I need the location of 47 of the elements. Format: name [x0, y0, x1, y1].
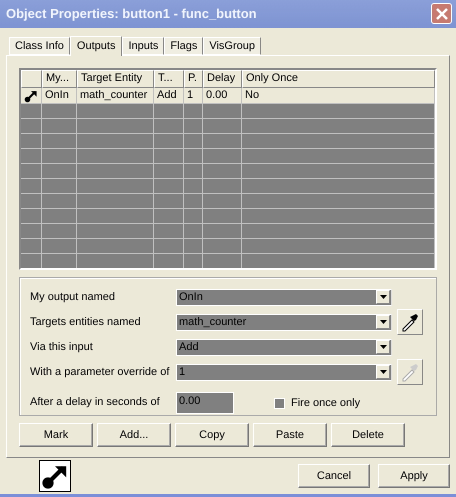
caret-icon: [380, 295, 386, 300]
caret-icon: [380, 345, 386, 350]
tab[interactable]: Outputs: [70, 36, 122, 56]
action-button[interactable]: Delete: [331, 422, 405, 447]
table-cell: math_counter: [77, 88, 154, 104]
table-cell: 1: [184, 88, 203, 104]
column-header[interactable]: Only Once: [242, 70, 435, 88]
combo-field[interactable]: Add: [176, 338, 392, 356]
tab[interactable]: Class Info: [9, 36, 70, 55]
field-label: Via this input: [30, 341, 94, 354]
delay-field[interactable]: 0.00: [176, 392, 234, 414]
column-header[interactable]: Target Entity: [77, 70, 154, 88]
action-button[interactable]: Paste: [253, 422, 327, 447]
close-icon: [436, 8, 448, 20]
eyedropper-button[interactable]: [397, 309, 423, 336]
column-header[interactable]: Delay: [203, 70, 242, 88]
window-title: Object Properties: button1 - func_button: [6, 6, 257, 22]
checkbox-label: Fire once only: [291, 397, 360, 409]
combo-field[interactable]: math_counter: [176, 314, 392, 331]
dialog-button[interactable]: Apply: [378, 464, 450, 488]
tab[interactable]: VisGroup: [203, 36, 261, 55]
caret-icon: [380, 370, 386, 374]
caret-icon: [380, 320, 386, 324]
field-label: Targets entities named: [30, 316, 142, 328]
table-cell: OnIn: [42, 88, 77, 104]
field-label: After a delay in seconds of: [30, 396, 161, 408]
combo-field[interactable]: 1: [176, 364, 392, 381]
eyedropper-icon: [400, 312, 420, 332]
action-button[interactable]: Add...: [97, 422, 171, 447]
dialog-button[interactable]: Cancel: [298, 464, 370, 488]
output-arrow-icon: [24, 88, 38, 103]
tab[interactable]: Flags: [164, 36, 204, 55]
column-header[interactable]: My...: [42, 70, 77, 88]
fire-once-checkbox[interactable]: [274, 398, 285, 408]
column-header[interactable]: T...: [154, 70, 184, 88]
field-label: With a parameter override of: [30, 366, 170, 378]
table-cell: No: [242, 88, 435, 104]
tab[interactable]: Inputs: [122, 36, 164, 55]
action-button[interactable]: Mark: [19, 422, 93, 447]
combo-field[interactable]: OnIn: [176, 288, 392, 306]
table-cell: Add: [154, 88, 184, 104]
close-button[interactable]: [431, 3, 452, 24]
table-cell: 0.00: [203, 88, 242, 104]
column-header[interactable]: P.: [184, 70, 203, 88]
eyedropper-icon: [400, 362, 420, 382]
action-button[interactable]: Copy: [175, 422, 249, 447]
field-label: My output named: [30, 291, 116, 304]
